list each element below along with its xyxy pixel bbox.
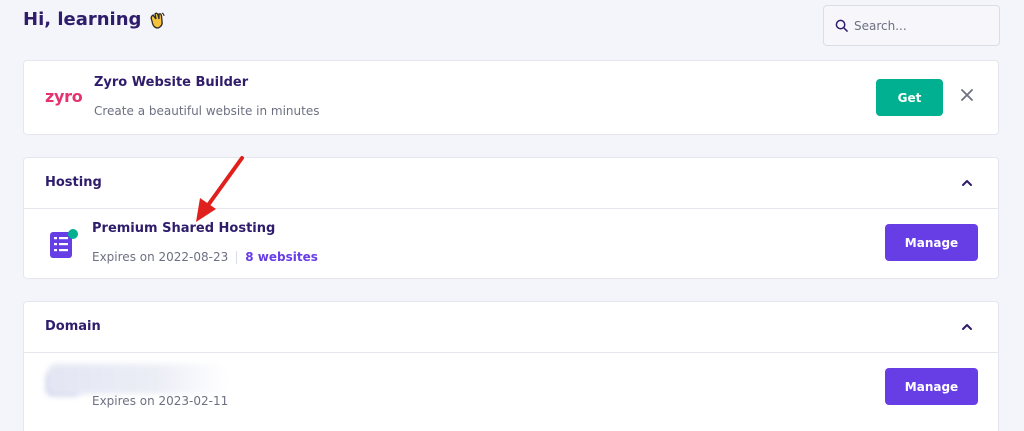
hosting-section-title: Hosting xyxy=(45,175,102,190)
zyro-logo: zyro xyxy=(45,87,83,106)
search-box[interactable] xyxy=(823,5,1000,46)
search-icon xyxy=(835,19,848,32)
websites-link[interactable]: 8 websites xyxy=(245,250,318,264)
domain-manage-button[interactable]: Manage xyxy=(885,368,978,405)
hosting-manage-button[interactable]: Manage xyxy=(885,224,978,261)
get-button[interactable]: Get xyxy=(876,79,943,116)
page-greeting: Hi, learning xyxy=(23,9,167,30)
meta-divider xyxy=(236,250,238,264)
domain-section: Domain Expires on 2023-02-11 Manage xyxy=(23,301,999,431)
waving-hand-icon xyxy=(150,12,165,29)
domain-section-header[interactable]: Domain xyxy=(24,302,998,353)
promo-subtitle: Create a beautiful website in minutes xyxy=(94,104,320,118)
zyro-promo-card: zyro Zyro Website Builder Create a beaut… xyxy=(23,60,999,135)
domain-meta: Expires on 2023-02-11 xyxy=(92,394,228,408)
greeting-text: Hi, learning xyxy=(23,9,142,30)
search-input[interactable] xyxy=(854,18,984,33)
chevron-up-icon[interactable] xyxy=(960,176,974,190)
hosting-plan-meta: Expires on 2022-08-23 8 websites xyxy=(92,250,318,264)
hosting-server-icon xyxy=(50,229,78,258)
close-icon[interactable] xyxy=(959,87,975,103)
hosting-section-header[interactable]: Hosting xyxy=(24,158,998,209)
hosting-expiry: Expires on 2022-08-23 xyxy=(92,250,229,264)
hosting-section: Hosting Premium Shared Hosting Expires o… xyxy=(23,157,999,279)
hosting-plan-title: Premium Shared Hosting xyxy=(92,221,276,236)
domain-expiry: Expires on 2023-02-11 xyxy=(92,394,229,408)
domain-name-redacted xyxy=(48,364,228,394)
domain-section-title: Domain xyxy=(45,319,101,334)
promo-title: Zyro Website Builder xyxy=(94,75,249,90)
chevron-up-icon[interactable] xyxy=(960,320,974,334)
